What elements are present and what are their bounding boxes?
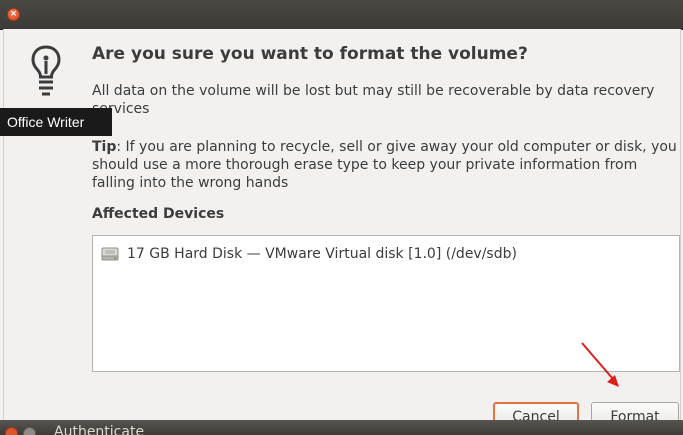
dialog-heading: Are you sure you want to format the volu… — [92, 44, 528, 64]
authenticate-window-titlebar: Authenticate — [0, 420, 683, 435]
tip-text: : If you are planning to recycle, sell o… — [92, 139, 677, 191]
lightbulb-icon — [31, 45, 61, 96]
list-item: 17 GB Hard Disk — VMware Virtual disk [1… — [101, 244, 517, 264]
tip-label: Tip — [92, 139, 117, 155]
auth-window-title: Authenticate — [54, 424, 145, 435]
hard-disk-icon — [101, 247, 119, 261]
window-close-button[interactable]: × — [7, 8, 20, 21]
auth-close-button[interactable] — [5, 427, 18, 435]
tip-message: Tip: If you are planning to recycle, sel… — [92, 138, 682, 192]
warning-message: All data on the volume will be lost but … — [92, 83, 655, 117]
auth-minimize-button[interactable] — [23, 427, 36, 435]
office-writer-tooltip: Office Writer — [0, 108, 112, 136]
affected-devices-heading: Affected Devices — [92, 206, 225, 222]
annotation-arrow — [581, 342, 619, 387]
device-label: 17 GB Hard Disk — VMware Virtual disk [1… — [127, 246, 517, 262]
dialog-titlebar: × — [0, 0, 683, 30]
